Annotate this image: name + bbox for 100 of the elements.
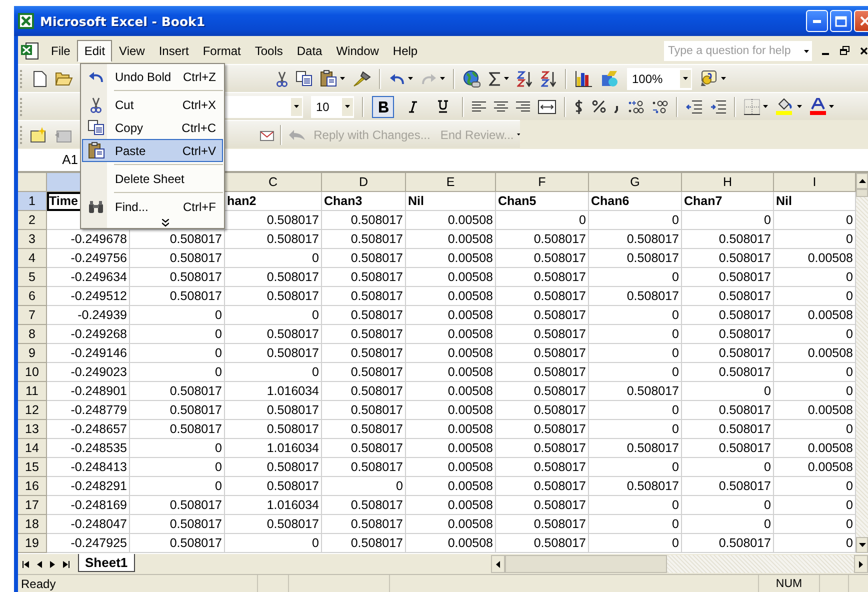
align-right-icon[interactable]: [516, 100, 530, 112]
minimize-button[interactable]: [806, 10, 828, 32]
zoom-dropdown[interactable]: 100%: [627, 68, 692, 90]
menu-item[interactable]: Cut Ctrl+X: [82, 93, 223, 116]
globe-icon[interactable]: [463, 70, 481, 88]
row-header[interactable]: 15: [18, 458, 47, 477]
maximize-button[interactable]: [830, 10, 852, 32]
copy-icon[interactable]: [88, 120, 104, 135]
last-sheet-icon[interactable]: [63, 560, 70, 568]
scroll-down-icon[interactable]: [858, 543, 866, 547]
font-color-icon[interactable]: [810, 98, 826, 115]
shapes-icon[interactable]: [601, 70, 619, 87]
bar-chart-icon[interactable]: [575, 70, 593, 86]
column-header[interactable]: F: [496, 173, 589, 192]
scissors-icon[interactable]: [276, 70, 288, 86]
paintbrush-icon[interactable]: [353, 70, 371, 86]
merge-center-icon[interactable]: [538, 100, 556, 114]
increase-indent-icon[interactable]: [710, 100, 726, 114]
expand-menu-icon[interactable]: [162, 218, 169, 226]
menu-item[interactable]: Edit: [77, 40, 112, 62]
column-header[interactable]: H: [682, 173, 774, 192]
menu-item[interactable]: Format: [196, 40, 248, 62]
toolbar-options-caret-icon[interactable]: [721, 77, 726, 80]
column-header[interactable]: E: [406, 173, 496, 192]
dropdown-arrow-icon[interactable]: [804, 50, 809, 52]
dropdown-arrow-icon[interactable]: [294, 105, 299, 108]
menu-item[interactable]: Help: [386, 40, 425, 62]
row-header[interactable]: 14: [18, 439, 47, 458]
row-header[interactable]: 5: [18, 268, 47, 287]
scroll-thumb[interactable]: [856, 189, 868, 197]
workbook-icon[interactable]: [20, 42, 40, 60]
redo-list-caret-icon[interactable]: [440, 77, 445, 80]
row-header[interactable]: 6: [18, 287, 47, 306]
sheet-tab[interactable]: Sheet1: [78, 554, 135, 572]
sum-icon[interactable]: [489, 72, 501, 86]
row-header[interactable]: 7: [18, 306, 47, 325]
copy-icon[interactable]: [296, 71, 312, 86]
menu-item[interactable]: File: [44, 40, 78, 62]
menu-item[interactable]: Data: [290, 40, 330, 62]
increase-decimal-icon[interactable]: [628, 100, 644, 114]
menu-item[interactable]: Insert: [152, 40, 196, 62]
binoculars-icon[interactable]: [88, 200, 104, 214]
decrease-indent-icon[interactable]: [686, 100, 702, 114]
menu-item[interactable]: Paste Ctrl+V: [82, 139, 223, 162]
bold-button[interactable]: [372, 96, 394, 118]
row-header[interactable]: 3: [18, 230, 47, 249]
dropdown-arrow-icon[interactable]: [345, 105, 350, 108]
menu-item[interactable]: Tools: [248, 40, 290, 62]
align-center-icon[interactable]: [494, 100, 508, 112]
row-header[interactable]: 13: [18, 420, 47, 439]
horizontal-scrollbar[interactable]: [490, 555, 868, 573]
scroll-up-icon[interactable]: [858, 179, 866, 183]
row-header[interactable]: 16: [18, 477, 47, 496]
menu-item[interactable]: Copy Ctrl+C: [82, 116, 223, 139]
fill-color-caret-icon[interactable]: [797, 105, 802, 108]
undo-icon[interactable]: [389, 72, 405, 84]
scroll-thumb[interactable]: [504, 555, 667, 573]
column-header[interactable]: I: [774, 173, 856, 192]
row-header[interactable]: 4: [18, 249, 47, 268]
currency-icon[interactable]: [574, 100, 584, 114]
column-header[interactable]: D: [322, 173, 406, 192]
next-sheet-icon[interactable]: [50, 560, 55, 568]
row-header[interactable]: 10: [18, 363, 47, 382]
toolbar-options-caret-icon[interactable]: [516, 133, 520, 136]
new-comment-icon[interactable]: [30, 126, 48, 142]
row-header[interactable]: 18: [18, 515, 47, 534]
column-header[interactable]: G: [589, 173, 682, 192]
row-header[interactable]: 2: [18, 211, 47, 230]
previous-sheet-icon[interactable]: [37, 560, 42, 568]
font-color-caret-icon[interactable]: [829, 105, 834, 108]
restore-workbook-icon[interactable]: [840, 46, 850, 56]
scissors-icon[interactable]: [90, 96, 102, 112]
column-header[interactable]: C: [225, 173, 322, 192]
undo-list-caret-icon[interactable]: [408, 77, 413, 80]
borders-icon[interactable]: [744, 98, 760, 114]
paste-options-caret-icon[interactable]: [340, 77, 345, 80]
clipboard-icon[interactable]: [320, 70, 337, 87]
clipboard-icon[interactable]: [88, 142, 104, 159]
row-header[interactable]: 19: [18, 534, 47, 553]
name-box[interactable]: A1: [18, 149, 84, 171]
first-sheet-icon[interactable]: [22, 560, 29, 568]
decrease-decimal-icon[interactable]: [652, 100, 668, 114]
borders-caret-icon[interactable]: [763, 105, 768, 108]
close-workbook-icon[interactable]: [860, 47, 868, 55]
dropdown-arrow-icon[interactable]: [683, 77, 688, 80]
menu-item[interactable]: Undo Bold Ctrl+Z: [82, 65, 223, 88]
menu-item[interactable]: Window: [329, 40, 386, 62]
fill-color-icon[interactable]: [776, 98, 794, 115]
menu-item[interactable]: View: [112, 40, 152, 62]
scroll-right-icon[interactable]: [859, 560, 863, 568]
new-document-icon[interactable]: [33, 70, 47, 86]
vertical-scrollbar[interactable]: [856, 173, 868, 553]
autosum-caret-icon[interactable]: [504, 77, 509, 80]
undo-icon[interactable]: [88, 70, 104, 82]
row-header[interactable]: 12: [18, 401, 47, 420]
menu-item[interactable]: Delete Sheet: [82, 167, 223, 190]
row-header[interactable]: 9: [18, 344, 47, 363]
sort-ascending-icon[interactable]: [517, 70, 533, 86]
align-left-icon[interactable]: [472, 100, 486, 112]
font-size-dropdown[interactable]: 10: [311, 96, 354, 118]
